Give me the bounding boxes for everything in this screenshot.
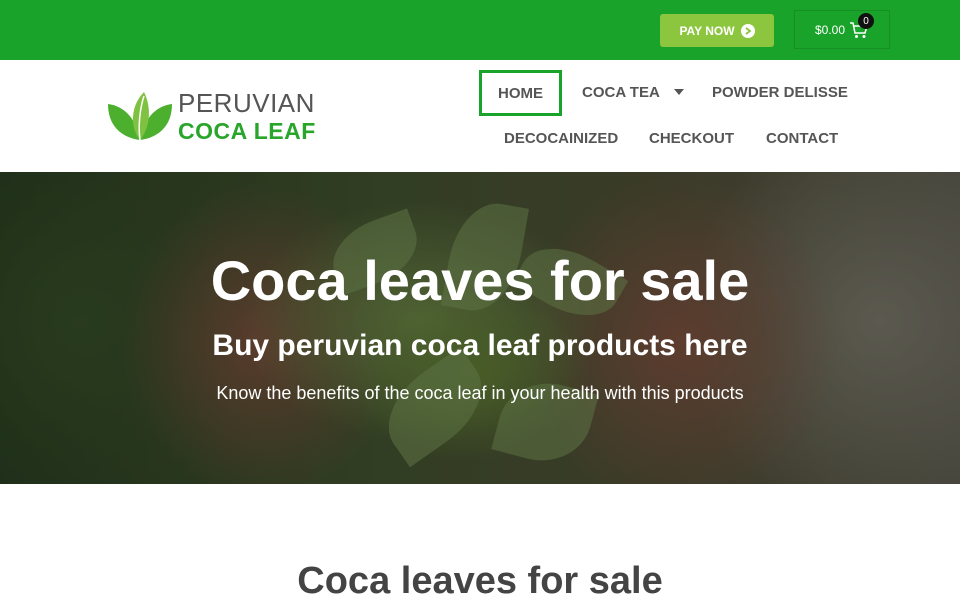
nav-decaf-label: DECOCAINIZED <box>504 129 619 147</box>
logo-text-top: PERUVIAN <box>178 88 315 118</box>
nav-checkout[interactable]: CHECKOUT <box>649 128 734 148</box>
cart-count-badge: 0 <box>858 13 874 29</box>
site-header: PERUVIAN COCA LEAF HOME COCA TEA POWDER … <box>0 60 960 172</box>
hero-banner: Coca leaves for sale Buy peruvian coca l… <box>0 172 960 484</box>
nav-powder-label: POWDER DELISSE <box>712 83 848 101</box>
nav-contact[interactable]: CONTACT <box>766 128 838 148</box>
cart-button[interactable]: $0.00 <box>794 10 890 49</box>
arrow-circle-right-icon <box>740 23 755 38</box>
hero-description: Know the benefits of the coca leaf in yo… <box>216 383 744 403</box>
hero-title: Coca leaves for sale <box>210 249 750 312</box>
nav-checkout-label: CHECKOUT <box>649 129 734 147</box>
pay-now-button[interactable]: PAY NOW <box>660 14 774 47</box>
section-heading: Coca leaves for sale <box>297 560 663 602</box>
nav-decocainized[interactable]: DECOCAINIZED <box>504 128 618 148</box>
cart-amount: $0.00 <box>815 22 846 37</box>
hero-subtitle: Buy peruvian coca leaf products here <box>212 329 748 362</box>
logo-text-bottom: COCA LEAF <box>178 118 316 144</box>
nav-home-label: HOME <box>498 84 543 102</box>
hero-image-leaf <box>369 346 501 468</box>
site-logo[interactable]: PERUVIAN COCA LEAF <box>106 88 326 148</box>
nav-contact-label: CONTACT <box>766 129 839 147</box>
leaf-logo-icon <box>108 92 172 141</box>
nav-home[interactable]: HOME <box>479 70 562 116</box>
pay-now-label: PAY NOW <box>679 23 735 38</box>
top-bar: PAY NOW $0.00 0 <box>0 0 960 60</box>
caret-down-icon <box>673 89 684 95</box>
nav-coca-tea-label: COCA TEA <box>582 83 660 101</box>
nav-coca-tea[interactable]: COCA TEA <box>582 82 684 102</box>
nav-powder-delisse[interactable]: POWDER DELISSE <box>712 82 848 102</box>
